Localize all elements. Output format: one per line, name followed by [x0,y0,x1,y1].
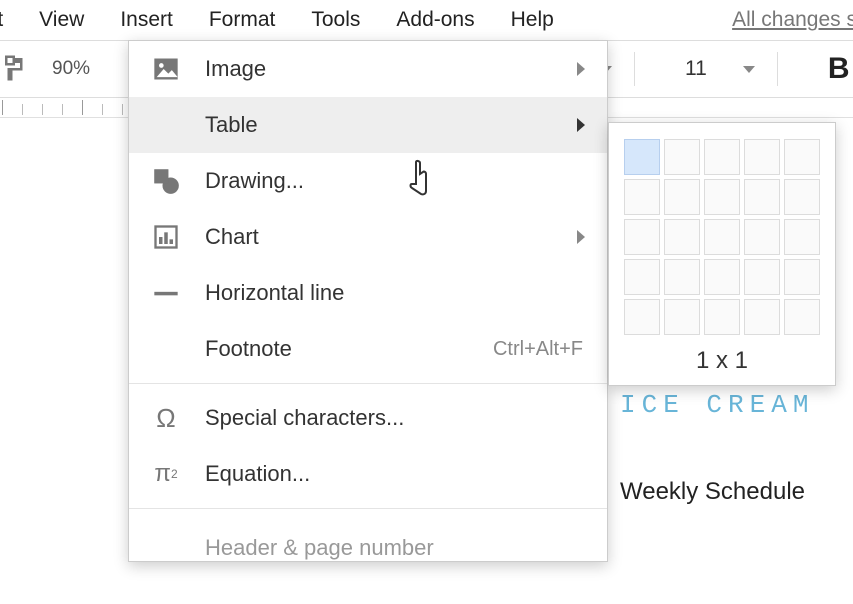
menuitem-label: Special characters... [205,405,585,431]
table-grid-cell[interactable] [624,299,660,335]
table-grid-cell[interactable] [624,259,660,295]
menuitem-label: Chart [205,224,577,250]
toolbar-separator [634,52,635,86]
changes-saved-link[interactable]: All changes s [732,0,853,40]
chevron-right-icon [577,230,585,244]
table-grid-cell[interactable] [704,219,740,255]
menu-insert[interactable]: Insert [102,0,191,40]
menu-addons[interactable]: Add-ons [378,0,492,40]
menuitem-image[interactable]: Image [129,41,607,97]
menuitem-special-characters[interactable]: Ω Special characters... [129,390,607,446]
menuitem-horizontal-line[interactable]: Horizontal line [129,265,607,321]
table-grid-cell[interactable] [744,139,780,175]
horizontal-line-icon [151,278,181,308]
table-grid-cell[interactable] [664,259,700,295]
table-grid-cell[interactable] [664,219,700,255]
insert-menu: Image Table Drawing... Chart Horizontal … [128,40,608,562]
table-grid-cell[interactable] [664,139,700,175]
menuitem-chart[interactable]: Chart [129,209,607,265]
menu-tools[interactable]: Tools [293,0,378,40]
menuitem-label: Table [205,112,577,138]
menuitem-drawing[interactable]: Drawing... [129,153,607,209]
table-grid-cell[interactable] [704,299,740,335]
omega-icon: Ω [151,403,181,433]
bold-button[interactable]: B [800,52,850,86]
table-grid-cell[interactable] [624,139,660,175]
pi-icon: π2 [151,459,181,489]
chevron-right-icon [577,118,585,132]
table-grid-cell[interactable] [704,139,740,175]
table-size-flyout: 1 x 1 [608,122,836,386]
image-icon [151,54,181,84]
menuitem-header-page-number[interactable]: Header & page number [129,515,607,561]
table-grid-cell[interactable] [664,299,700,335]
shortcut-label: Ctrl+Alt+F [493,338,583,361]
font-size-caret-icon[interactable] [743,66,755,73]
table-grid-cell[interactable] [744,259,780,295]
toolbar-separator [777,52,778,86]
menuitem-table[interactable]: Table [129,97,607,153]
menu-format[interactable]: Format [191,0,294,40]
table-grid-cell[interactable] [704,259,740,295]
menu-help[interactable]: Help [493,0,572,40]
table-grid-cell[interactable] [704,179,740,215]
menubar: lit View Insert Format Tools Add-ons Hel… [0,0,853,40]
table-size-label: 1 x 1 [621,335,823,375]
menuitem-footnote[interactable]: Footnote Ctrl+Alt+F [129,321,607,377]
menu-divider [129,383,607,384]
table-grid-cell[interactable] [744,179,780,215]
menuitem-label: Drawing... [205,168,585,194]
menuitem-label: Equation... [205,461,585,487]
decor-sub-text: ICE CREAM [620,390,814,420]
menuitem-label: Horizontal line [205,280,585,306]
menu-divider [129,508,607,509]
table-grid-cell[interactable] [784,139,820,175]
document-heading: Weekly Schedule [620,478,814,506]
table-grid-cell[interactable] [784,299,820,335]
chevron-right-icon [577,62,585,76]
table-size-grid[interactable] [621,139,823,335]
menuitem-label: Header & page number [205,535,585,561]
menuitem-equation[interactable]: π2 Equation... [129,446,607,502]
table-grid-cell[interactable] [744,219,780,255]
menu-edit-partial[interactable]: lit [0,0,21,40]
menuitem-label: Image [205,56,577,82]
table-grid-cell[interactable] [784,219,820,255]
table-grid-cell[interactable] [744,299,780,335]
table-grid-cell[interactable] [624,179,660,215]
chart-icon [151,222,181,252]
zoom-level[interactable]: 90% [42,58,100,80]
table-grid-cell[interactable] [664,179,700,215]
table-grid-cell[interactable] [784,259,820,295]
menuitem-label: Footnote [205,336,493,362]
menu-view[interactable]: View [21,0,102,40]
font-size-field[interactable]: 11 [657,57,735,81]
table-grid-cell[interactable] [784,179,820,215]
shapes-icon [151,166,181,196]
paint-format-icon[interactable] [0,53,32,85]
table-grid-cell[interactable] [624,219,660,255]
